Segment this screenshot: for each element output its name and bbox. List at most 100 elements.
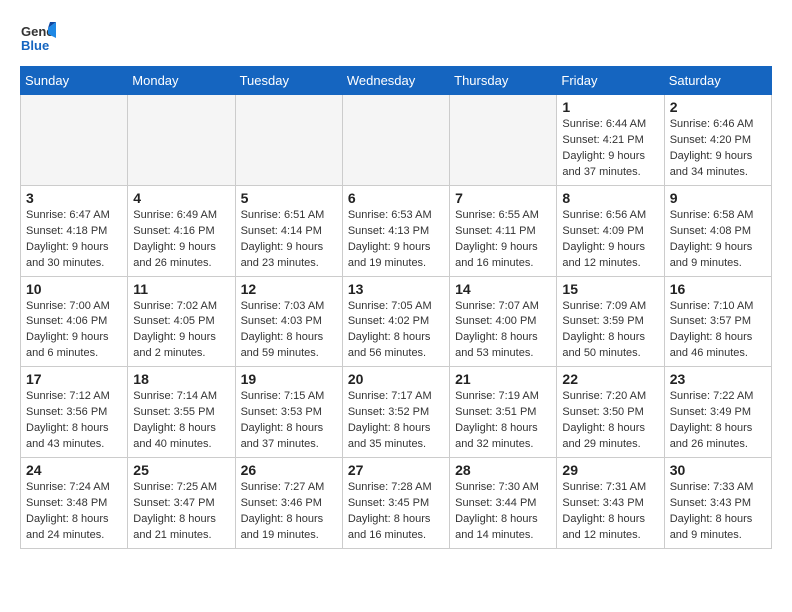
weekday-header-thursday: Thursday (450, 67, 557, 95)
day-number: 4 (133, 190, 229, 206)
day-number: 29 (562, 462, 658, 478)
calendar-cell: 27Sunrise: 7:28 AM Sunset: 3:45 PM Dayli… (342, 458, 449, 549)
day-info: Sunrise: 7:19 AM Sunset: 3:51 PM Dayligh… (455, 389, 551, 453)
day-number: 16 (670, 281, 766, 297)
calendar-cell: 11Sunrise: 7:02 AM Sunset: 4:05 PM Dayli… (128, 276, 235, 367)
day-info: Sunrise: 7:05 AM Sunset: 4:02 PM Dayligh… (348, 299, 444, 363)
calendar-cell: 12 Sunrise: 7:03 AM Sunset: 4:03 PM Dayli… (235, 276, 342, 367)
page-header: General Blue (20, 20, 772, 56)
calendar-cell: 19 Sunrise: 7:15 AM Sunset: 3:53 PM Dayli… (235, 367, 342, 458)
calendar-cell (450, 95, 557, 186)
day-number: 15 (562, 281, 658, 297)
day-number: 24 (26, 462, 122, 478)
day-info: Sunrise: 6:46 AM Sunset: 4:20 PM Dayligh… (670, 117, 766, 181)
calendar-cell: 16 Sunrise: 7:10 AM Sunset: 3:57 PM Dayli… (664, 276, 771, 367)
week-row-3: 10Sunrise: 7:00 AM Sunset: 4:06 PM Dayli… (21, 276, 772, 367)
day-number: 6 (348, 190, 444, 206)
day-info: Sunrise: 6:56 AM Sunset: 4:09 PM Dayligh… (562, 208, 658, 272)
calendar-cell (21, 95, 128, 186)
calendar-cell: 15Sunrise: 7:09 AM Sunset: 3:59 PM Dayli… (557, 276, 664, 367)
day-number: 3 (26, 190, 122, 206)
day-number: 26 (241, 462, 337, 478)
calendar-cell: 14 Sunrise: 7:07 AM Sunset: 4:00 PM Dayli… (450, 276, 557, 367)
calendar-cell: 1Sunrise: 6:44 AM Sunset: 4:21 PM Daylig… (557, 95, 664, 186)
week-row-1: 1Sunrise: 6:44 AM Sunset: 4:21 PM Daylig… (21, 95, 772, 186)
day-number: 9 (670, 190, 766, 206)
day-info: Sunrise: 7:00 AM Sunset: 4:06 PM Dayligh… (26, 299, 122, 363)
weekday-header-friday: Friday (557, 67, 664, 95)
day-number: 14 (455, 281, 551, 297)
calendar-cell: 6 Sunrise: 6:53 AM Sunset: 4:13 PM Daylig… (342, 185, 449, 276)
day-number: 27 (348, 462, 444, 478)
calendar-cell: 5 Sunrise: 6:51 AM Sunset: 4:14 PM Daylig… (235, 185, 342, 276)
calendar-cell: 21 Sunrise: 7:19 AM Sunset: 3:51 PM Dayli… (450, 367, 557, 458)
day-number: 22 (562, 371, 658, 387)
weekday-header-monday: Monday (128, 67, 235, 95)
day-info: Sunrise: 6:49 AM Sunset: 4:16 PM Dayligh… (133, 208, 229, 272)
weekday-header-wednesday: Wednesday (342, 67, 449, 95)
day-number: 30 (670, 462, 766, 478)
calendar-cell: 28Sunrise: 7:30 AM Sunset: 3:44 PM Dayli… (450, 458, 557, 549)
calendar-cell (128, 95, 235, 186)
day-info: Sunrise: 7:33 AM Sunset: 3:43 PM Dayligh… (670, 480, 766, 544)
logo-icon: General Blue (20, 20, 56, 56)
calendar-cell: 22 Sunrise: 7:20 AM Sunset: 3:50 PM Dayli… (557, 367, 664, 458)
day-number: 8 (562, 190, 658, 206)
calendar-cell: 18 Sunrise: 7:14 AM Sunset: 3:55 PM Dayli… (128, 367, 235, 458)
logo: General Blue (20, 20, 60, 56)
day-number: 21 (455, 371, 551, 387)
day-info: Sunrise: 7:15 AM Sunset: 3:53 PM Dayligh… (241, 389, 337, 453)
day-number: 17 (26, 371, 122, 387)
week-row-5: 24Sunrise: 7:24 AM Sunset: 3:48 PM Dayli… (21, 458, 772, 549)
calendar-cell: 24Sunrise: 7:24 AM Sunset: 3:48 PM Dayli… (21, 458, 128, 549)
day-info: Sunrise: 6:53 AM Sunset: 4:13 PM Dayligh… (348, 208, 444, 272)
day-info: Sunrise: 7:31 AM Sunset: 3:43 PM Dayligh… (562, 480, 658, 544)
day-number: 11 (133, 281, 229, 297)
calendar-cell: 8 Sunrise: 6:56 AM Sunset: 4:09 PM Daylig… (557, 185, 664, 276)
calendar-cell: 10Sunrise: 7:00 AM Sunset: 4:06 PM Dayli… (21, 276, 128, 367)
weekday-header-tuesday: Tuesday (235, 67, 342, 95)
day-number: 18 (133, 371, 229, 387)
calendar-cell: 23Sunrise: 7:22 AM Sunset: 3:49 PM Dayli… (664, 367, 771, 458)
calendar-cell (342, 95, 449, 186)
calendar-cell: 25Sunrise: 7:25 AM Sunset: 3:47 PM Dayli… (128, 458, 235, 549)
day-number: 5 (241, 190, 337, 206)
day-info: Sunrise: 7:12 AM Sunset: 3:56 PM Dayligh… (26, 389, 122, 453)
calendar-table: SundayMondayTuesdayWednesdayThursdayFrid… (20, 66, 772, 549)
week-row-2: 3 Sunrise: 6:47 AM Sunset: 4:18 PM Daylig… (21, 185, 772, 276)
day-info: Sunrise: 7:10 AM Sunset: 3:57 PM Dayligh… (670, 299, 766, 363)
day-info: Sunrise: 7:14 AM Sunset: 3:55 PM Dayligh… (133, 389, 229, 453)
day-info: Sunrise: 7:07 AM Sunset: 4:00 PM Dayligh… (455, 299, 551, 363)
calendar-cell: 13 Sunrise: 7:05 AM Sunset: 4:02 PM Dayli… (342, 276, 449, 367)
weekday-header-saturday: Saturday (664, 67, 771, 95)
calendar-cell: 26Sunrise: 7:27 AM Sunset: 3:46 PM Dayli… (235, 458, 342, 549)
day-info: Sunrise: 6:47 AM Sunset: 4:18 PM Dayligh… (26, 208, 122, 272)
day-info: Sunrise: 7:30 AM Sunset: 3:44 PM Dayligh… (455, 480, 551, 544)
calendar-cell: 4 Sunrise: 6:49 AM Sunset: 4:16 PM Daylig… (128, 185, 235, 276)
day-number: 7 (455, 190, 551, 206)
day-number: 20 (348, 371, 444, 387)
day-number: 12 (241, 281, 337, 297)
day-number: 19 (241, 371, 337, 387)
calendar-cell: 9 Sunrise: 6:58 AM Sunset: 4:08 PM Daylig… (664, 185, 771, 276)
day-info: Sunrise: 7:03 AM Sunset: 4:03 PM Dayligh… (241, 299, 337, 363)
calendar-cell: 2 Sunrise: 6:46 AM Sunset: 4:20 PM Daylig… (664, 95, 771, 186)
day-info: Sunrise: 7:20 AM Sunset: 3:50 PM Dayligh… (562, 389, 658, 453)
day-info: Sunrise: 6:44 AM Sunset: 4:21 PM Dayligh… (562, 117, 658, 181)
day-number: 13 (348, 281, 444, 297)
calendar-cell: 7 Sunrise: 6:55 AM Sunset: 4:11 PM Daylig… (450, 185, 557, 276)
calendar-cell: 30 Sunrise: 7:33 AM Sunset: 3:43 PM Dayli… (664, 458, 771, 549)
calendar-cell (235, 95, 342, 186)
calendar-cell: 29 Sunrise: 7:31 AM Sunset: 3:43 PM Dayli… (557, 458, 664, 549)
calendar-body: 1Sunrise: 6:44 AM Sunset: 4:21 PM Daylig… (21, 95, 772, 549)
day-info: Sunrise: 6:51 AM Sunset: 4:14 PM Dayligh… (241, 208, 337, 272)
weekday-header-row: SundayMondayTuesdayWednesdayThursdayFrid… (21, 67, 772, 95)
calendar-cell: 20Sunrise: 7:17 AM Sunset: 3:52 PM Dayli… (342, 367, 449, 458)
day-info: Sunrise: 6:58 AM Sunset: 4:08 PM Dayligh… (670, 208, 766, 272)
calendar-cell: 17 Sunrise: 7:12 AM Sunset: 3:56 PM Dayli… (21, 367, 128, 458)
calendar-cell: 3 Sunrise: 6:47 AM Sunset: 4:18 PM Daylig… (21, 185, 128, 276)
svg-text:Blue: Blue (21, 38, 49, 53)
day-info: Sunrise: 7:25 AM Sunset: 3:47 PM Dayligh… (133, 480, 229, 544)
day-number: 2 (670, 99, 766, 115)
day-info: Sunrise: 6:55 AM Sunset: 4:11 PM Dayligh… (455, 208, 551, 272)
